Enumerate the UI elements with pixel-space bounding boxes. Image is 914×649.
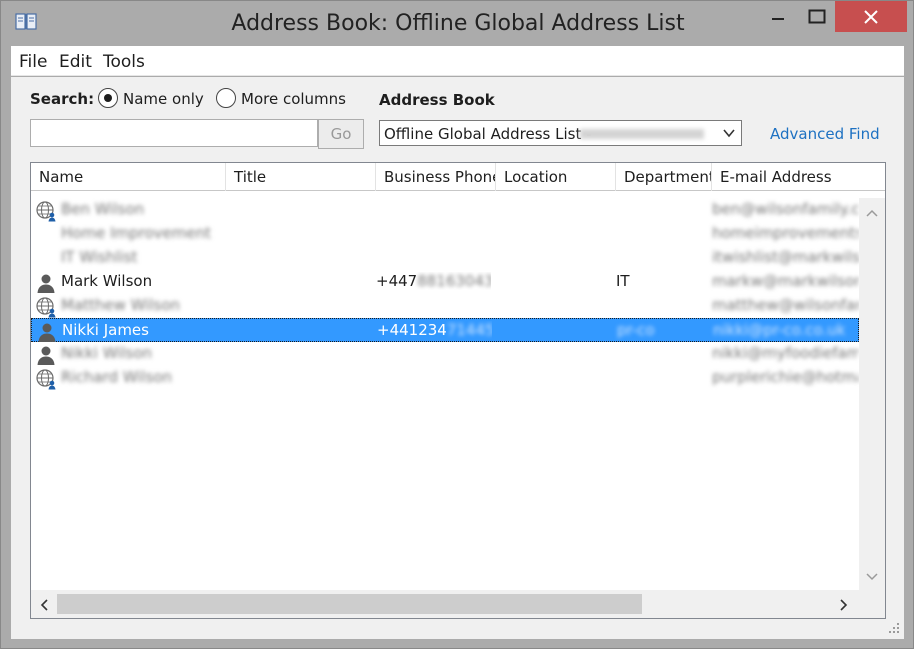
scroll-right-icon[interactable] [839,598,849,612]
contact-name: IT Wishlist [61,248,138,266]
address-list: Name Title Business Phone Location Depar… [30,162,886,619]
table-row[interactable]: Home Improvements homeimprovements [31,222,859,246]
scroll-down-icon[interactable] [865,572,879,582]
column-header-title[interactable]: Title [226,163,376,191]
list-rows: Ben Wilson ben@wilsonfamily.co Home Improv… [31,198,859,590]
table-row[interactable]: Nikki James +44123471445 pr-co nikki@pr-co.… [31,318,859,342]
contact-email: homeimprovements [712,224,859,242]
redacted-account [580,129,704,139]
table-row[interactable]: Matthew Wilson matthew@wilsonfan [31,294,859,318]
contact-name: Nikki James [62,321,149,339]
contact-phone: +44123471445 [377,321,492,339]
menu-bar: File Edit Tools [11,46,904,76]
contact-name: Nikki Wilson [61,344,153,362]
address-book-dropdown[interactable]: Offline Global Address List - [379,120,742,146]
more-columns-radio[interactable] [216,88,236,108]
table-row[interactable]: Richard Wilson purplerichie@hotmai [31,366,859,390]
person-icon [35,344,57,366]
person-icon [36,321,58,343]
menu-file[interactable]: File [19,52,47,72]
scroll-left-icon[interactable] [39,598,49,612]
globe-contact-icon [35,200,57,222]
dialog-content: Search: Name only More columns Address B… [11,77,904,639]
more-columns-label[interactable]: More columns [241,90,346,108]
person-icon [35,272,57,294]
address-book-label: Address Book [379,91,495,109]
contact-email: purplerichie@hotmai [712,368,859,386]
globe-contact-icon [35,296,57,318]
table-row[interactable]: IT Wishlist itwishlist@markwilsc [31,246,859,270]
column-header-location[interactable]: Location [496,163,616,191]
vertical-scrollbar[interactable] [859,198,885,590]
contact-department: IT [616,272,630,290]
contact-email: markw@markwilson [712,272,859,290]
table-row[interactable]: Mark Wilson +44788163043 IT markw@markwilso… [31,270,859,294]
search-label: Search: [30,90,95,108]
name-only-label[interactable]: Name only [123,90,204,108]
scroll-up-icon[interactable] [865,208,879,218]
close-icon [864,9,878,24]
address-book-selected: Offline Global Address List - [384,125,592,143]
contact-email: nikki@myfoodiefami [712,344,859,362]
title-bar[interactable]: Address Book: Offline Global Address Lis… [1,1,913,46]
globe-contact-icon [35,368,57,390]
column-header-email[interactable]: E-mail Address [712,163,885,191]
contact-email: ben@wilsonfamily.co [712,200,859,218]
column-header-name[interactable]: Name [31,163,226,191]
maximize-button[interactable] [800,1,834,32]
go-button[interactable]: Go [318,119,364,149]
table-row[interactable]: Nikki Wilson nikki@myfoodiefami [31,342,859,366]
advanced-find-link[interactable]: Advanced Find [770,125,880,143]
horizontal-scrollbar[interactable] [31,590,859,618]
maximize-icon [808,9,826,23]
horizontal-scroll-thumb[interactable] [57,594,642,614]
contact-email: nikki@pr-co.co.uk [713,321,846,339]
contact-name: Mark Wilson [61,272,153,290]
search-input[interactable] [30,119,318,147]
contact-name: Ben Wilson [61,200,145,218]
contact-name: Home Improvements [61,224,211,242]
name-only-radio[interactable] [98,88,118,108]
close-button[interactable] [835,1,907,32]
table-row[interactable]: Ben Wilson ben@wilsonfamily.co [31,198,859,222]
contact-name: Richard Wilson [61,368,173,386]
contact-email: itwishlist@markwilsc [712,248,859,266]
menu-edit[interactable]: Edit [59,52,92,72]
contact-email: matthew@wilsonfan [712,296,859,314]
minimize-button[interactable] [756,1,800,32]
column-header-business-phone[interactable]: Business Phone [376,163,496,191]
minimize-icon [772,17,784,20]
list-header: Name Title Business Phone Location Depar… [31,163,885,191]
menu-tools[interactable]: Tools [103,52,145,72]
scroll-corner [859,590,885,618]
contact-department: pr-co [617,321,655,339]
resize-grip-icon[interactable] [887,621,901,635]
contact-phone: +44788163043 [376,272,491,290]
contact-name: Matthew Wilson [61,296,181,314]
chevron-down-icon [723,129,735,138]
address-book-window: Address Book: Offline Global Address Lis… [0,0,914,649]
column-header-department[interactable]: Department [616,163,712,191]
